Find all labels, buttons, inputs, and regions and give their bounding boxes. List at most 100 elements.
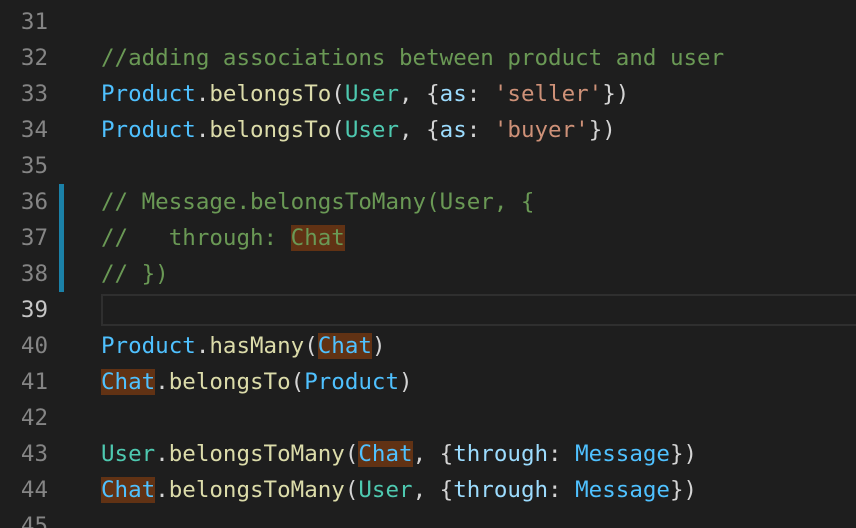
code-token: : bbox=[548, 441, 576, 467]
code-token: . bbox=[155, 369, 169, 395]
editor-line[interactable]: 32 //adding associations between product … bbox=[0, 40, 856, 76]
code-text: // Message.belongsToMany(User, { bbox=[101, 184, 534, 220]
code-token: ( bbox=[290, 369, 305, 395]
code-token: Product bbox=[101, 81, 196, 107]
editor-line[interactable]: 38 // }) bbox=[0, 256, 856, 292]
code-token: Message bbox=[575, 441, 670, 467]
code-token: }) bbox=[669, 477, 698, 503]
code-token: belongsTo bbox=[209, 81, 332, 107]
line-number: 39 bbox=[20, 297, 48, 323]
code-token: }) bbox=[669, 441, 698, 467]
code-token: }) bbox=[588, 117, 616, 143]
line-number: 43 bbox=[20, 441, 48, 467]
code-token: belongsTo bbox=[168, 369, 291, 395]
code-token: belongsTo bbox=[209, 117, 332, 143]
code-token: . bbox=[155, 441, 169, 467]
code-token: , { bbox=[412, 441, 454, 467]
code-token: 'seller' bbox=[493, 81, 603, 107]
code-token: ( bbox=[344, 441, 359, 467]
code-token: ( bbox=[331, 117, 345, 143]
highlighted-token: Chat bbox=[101, 477, 156, 503]
line-number: 37 bbox=[20, 225, 48, 251]
line-number: 40 bbox=[20, 333, 48, 359]
code-token: through bbox=[453, 441, 549, 467]
editor-line[interactable]: 37 // through: Chat bbox=[0, 220, 856, 256]
editor-line[interactable]: 43 User.belongsToMany(Chat, {through: Mes… bbox=[0, 436, 856, 472]
code-token: as bbox=[439, 117, 467, 143]
code-token: through bbox=[453, 477, 549, 503]
editor-line[interactable]: 44 Chat.belongsToMany(User, {through: Mes… bbox=[0, 472, 856, 508]
line-number: 45 bbox=[20, 513, 48, 528]
code-token: User bbox=[344, 81, 400, 107]
line-number: 44 bbox=[20, 477, 48, 503]
line-number: 33 bbox=[20, 81, 48, 107]
code-token: User bbox=[344, 117, 400, 143]
code-token: ) bbox=[399, 369, 413, 395]
code-token: , { bbox=[412, 477, 454, 503]
code-token: belongsToMany bbox=[168, 441, 345, 467]
code-token: ) bbox=[371, 333, 386, 359]
code-token: hasMany bbox=[209, 333, 305, 359]
code-token: // through: bbox=[101, 225, 291, 251]
code-token: . bbox=[195, 333, 210, 359]
editor-line[interactable]: 35 bbox=[0, 148, 856, 184]
line-number: 31 bbox=[20, 9, 48, 35]
code-text: Product.belongsTo(User, {as: 'buyer'}) bbox=[101, 112, 616, 148]
editor-line[interactable]: 33 Product.belongsTo(User, {as: 'seller'}… bbox=[0, 76, 856, 112]
code-text: //adding associations between product an… bbox=[101, 40, 724, 76]
code-token: : bbox=[466, 81, 494, 107]
line-number: 42 bbox=[20, 405, 48, 431]
highlighted-token: Chat bbox=[101, 369, 156, 395]
highlighted-token: Chat bbox=[317, 333, 372, 359]
code-token: ( bbox=[331, 81, 345, 107]
code-token: User bbox=[101, 441, 156, 467]
code-token: ( bbox=[344, 477, 359, 503]
code-token: 'buyer' bbox=[493, 117, 589, 143]
editor-line[interactable]: 36 // Message.belongsToMany(User, { bbox=[0, 184, 856, 220]
code-token: : bbox=[548, 477, 576, 503]
code-token: Product bbox=[304, 369, 400, 395]
line-number: 38 bbox=[20, 261, 48, 287]
code-token: as bbox=[439, 81, 467, 107]
code-token: . bbox=[155, 477, 169, 503]
code-text: Chat.belongsToMany(User, {through: Messa… bbox=[101, 472, 697, 508]
code-token: // Message.belongsToMany(User, { bbox=[101, 189, 535, 215]
editor-line[interactable]: 45 bbox=[0, 508, 856, 528]
code-token: Message bbox=[575, 477, 670, 503]
editor-line[interactable]: 41 Chat.belongsTo(Product) bbox=[0, 364, 856, 400]
current-line-highlight bbox=[101, 294, 856, 326]
line-number: 41 bbox=[20, 369, 48, 395]
code-token: , { bbox=[399, 117, 440, 143]
code-token: ( bbox=[304, 333, 318, 359]
code-text: // }) bbox=[101, 256, 169, 292]
code-text: Product.belongsTo(User, {as: 'seller'}) bbox=[101, 76, 629, 112]
modified-line-indicator[interactable] bbox=[59, 256, 64, 292]
editor-line[interactable]: 31 bbox=[0, 4, 856, 40]
editor-line[interactable]: 42 bbox=[0, 400, 856, 436]
line-number: 34 bbox=[20, 117, 48, 143]
line-number: 35 bbox=[20, 153, 48, 179]
code-editor[interactable]: 31 32 //adding associations between produc… bbox=[0, 0, 856, 528]
code-token: User bbox=[358, 477, 413, 503]
editor-line[interactable]: 34 Product.belongsTo(User, {as: 'buyer'}) bbox=[0, 112, 856, 148]
line-number: 36 bbox=[20, 189, 48, 215]
code-text: Chat.belongsTo(Product) bbox=[101, 364, 413, 400]
code-text: // through: Chat bbox=[101, 220, 345, 256]
highlighted-token: Chat bbox=[290, 225, 345, 251]
highlighted-token: Chat bbox=[358, 441, 413, 467]
line-number: 32 bbox=[20, 45, 48, 71]
code-token: . bbox=[195, 81, 210, 107]
code-token: //adding associations between product an… bbox=[101, 45, 725, 71]
code-token: // }) bbox=[101, 261, 169, 287]
code-token: }) bbox=[602, 81, 630, 107]
code-token: Product bbox=[101, 333, 196, 359]
editor-line[interactable]: 40 Product.hasMany(Chat) bbox=[0, 328, 856, 364]
code-token: : bbox=[466, 117, 494, 143]
code-token: Product bbox=[101, 117, 196, 143]
code-token: . bbox=[195, 117, 210, 143]
modified-line-indicator[interactable] bbox=[59, 220, 64, 256]
code-token: , { bbox=[399, 81, 440, 107]
modified-line-indicator[interactable] bbox=[59, 184, 64, 220]
editor-line[interactable]: 39 bbox=[0, 292, 856, 328]
code-token: belongsToMany bbox=[168, 477, 345, 503]
